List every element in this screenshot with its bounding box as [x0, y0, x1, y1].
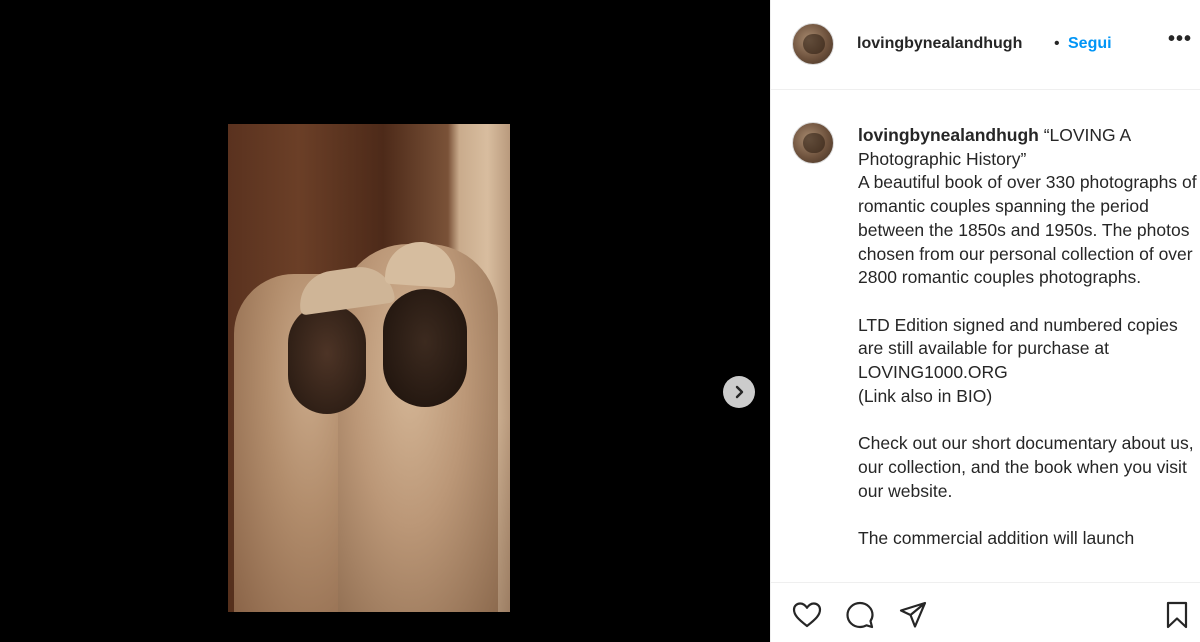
post-photo	[228, 124, 510, 612]
photo-face-right	[383, 289, 467, 407]
post-side-panel: lovingbynealandhugh • Segui ••• lovingby…	[770, 0, 1200, 642]
header-username[interactable]: lovingbynealandhugh	[857, 35, 1022, 53]
post-actions-bar	[771, 582, 1200, 642]
bookmark-icon	[1166, 601, 1188, 629]
photo-face-left	[288, 304, 366, 414]
comment-bubble-icon	[846, 601, 874, 629]
save-button[interactable]	[1162, 600, 1192, 630]
like-button[interactable]	[792, 600, 822, 630]
avatar[interactable]	[792, 23, 834, 65]
caption-avatar[interactable]	[792, 122, 834, 164]
post-media	[0, 0, 770, 642]
more-options-button[interactable]: •••	[1168, 28, 1192, 51]
comments-area[interactable]: lovingbynealandhugh “LOVING A Photograph…	[771, 91, 1200, 582]
share-button[interactable]	[898, 600, 928, 630]
caption-text: “LOVING A Photographic History” A beauti…	[858, 125, 1197, 548]
post-header: lovingbynealandhugh • Segui •••	[771, 0, 1200, 90]
heart-icon	[792, 602, 822, 628]
paper-plane-icon	[899, 601, 927, 628]
header-separator: •	[1054, 35, 1060, 52]
comment-button[interactable]	[845, 600, 875, 630]
post-caption: lovingbynealandhugh “LOVING A Photograph…	[858, 124, 1198, 551]
chevron-right-icon	[735, 385, 744, 399]
next-media-button[interactable]	[723, 376, 755, 408]
caption-username[interactable]: lovingbynealandhugh	[858, 125, 1039, 145]
follow-button[interactable]: Segui	[1068, 35, 1112, 53]
